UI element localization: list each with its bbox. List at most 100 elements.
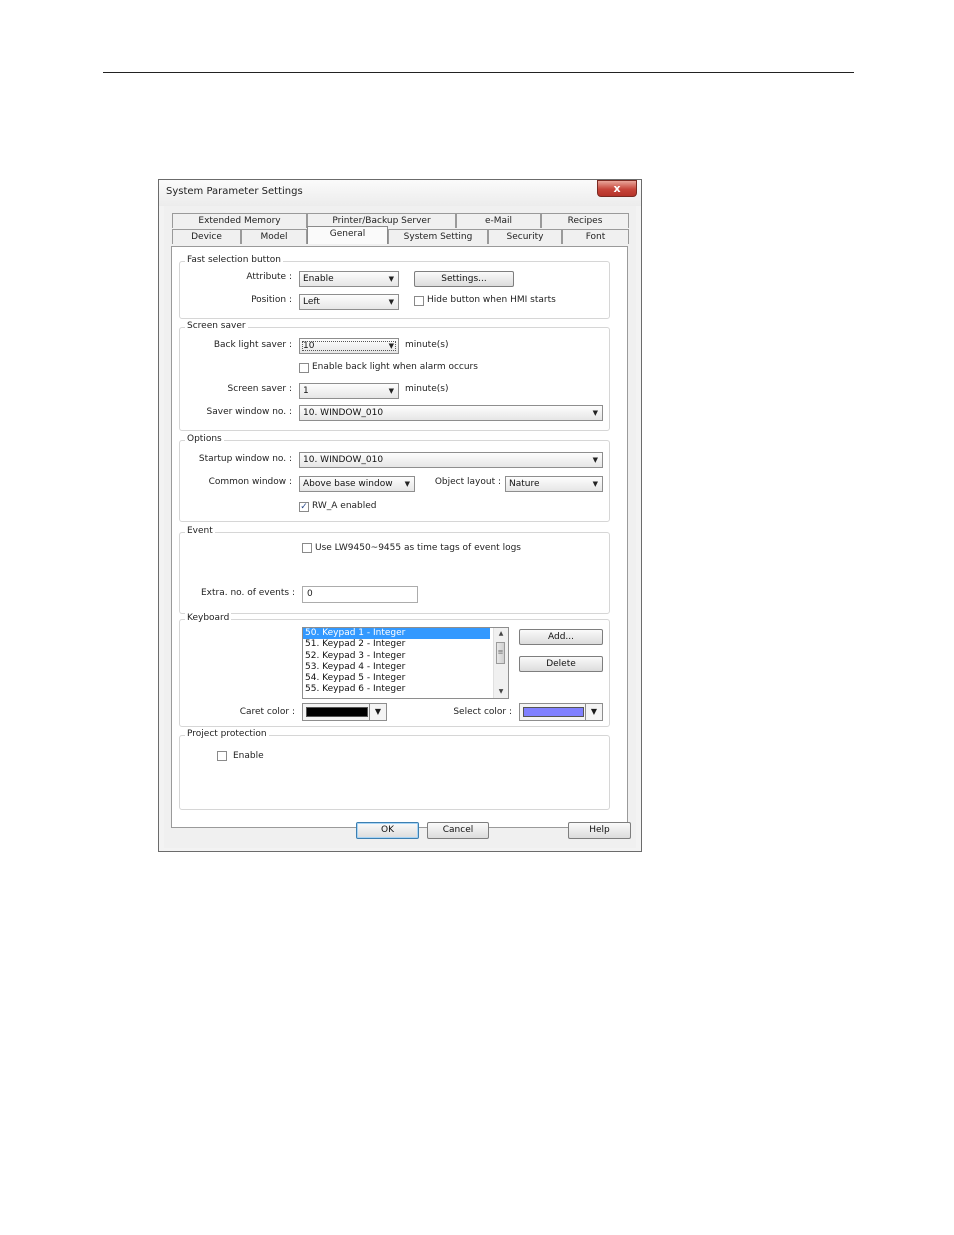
saver-window-value: 10. WINDOW_010 (303, 408, 384, 418)
keyboard-list-item[interactable]: 51. Keypad 2 - Integer (303, 639, 508, 650)
settings-button[interactable]: Settings... (414, 271, 514, 287)
back-light-saver-value: 10 (303, 341, 315, 351)
startup-window-select[interactable]: 10. WINDOW_010 ▼ (299, 452, 603, 468)
startup-window-value: 10. WINDOW_010 (303, 455, 384, 465)
common-window-select[interactable]: Above base window ▼ (299, 476, 415, 492)
delete-keyboard-button[interactable]: Delete (519, 656, 603, 672)
keyboard-list-item[interactable]: 55. Keypad 6 - Integer (303, 684, 508, 695)
position-select-value: Left (303, 297, 320, 307)
tab-general[interactable]: General (307, 226, 388, 244)
caret-color-picker[interactable]: ▼ (302, 703, 387, 721)
project-protection-group: Project protection Enable (179, 729, 610, 810)
scroll-down-icon[interactable]: ▼ (494, 686, 508, 698)
chevron-down-icon: ▼ (592, 409, 598, 417)
tab-recipes[interactable]: Recipes (541, 213, 629, 228)
tab-device[interactable]: Device (172, 229, 241, 244)
rw-a-enabled-checkbox[interactable]: ✓ (299, 502, 309, 512)
chevron-down-icon: ▼ (388, 275, 394, 283)
extra-events-label: Extra. no. of events : (200, 588, 295, 598)
screen-saver-legend: Screen saver (185, 321, 248, 331)
screen-saver-select[interactable]: 1 ▼ (299, 383, 399, 399)
chevron-down-icon: ▼ (388, 298, 394, 306)
cancel-button[interactable]: Cancel (427, 822, 489, 839)
ok-button[interactable]: OK (356, 822, 419, 839)
object-layout-select[interactable]: Nature ▼ (505, 476, 603, 492)
common-window-value: Above base window (303, 479, 393, 489)
enable-backlight-alarm-checkbox[interactable] (299, 363, 309, 373)
fast-selection-group: Fast selection button Attribute : Enable… (179, 255, 610, 319)
event-legend: Event (185, 526, 215, 536)
select-color-label: Select color : (453, 707, 512, 717)
object-layout-label: Object layout : (434, 477, 501, 487)
system-parameter-settings-dialog: System Parameter Settings x Extended Mem… (158, 179, 642, 852)
keyboard-list-scrollbar[interactable]: ▲ ≡ ▼ (493, 628, 508, 698)
dialog-client-area: Extended Memory Printer/Backup Server e-… (164, 206, 636, 848)
keyboard-list-item[interactable]: 53. Keypad 4 - Integer (303, 662, 508, 673)
screen-saver-value: 1 (303, 386, 309, 396)
checkmark-icon: ✓ (300, 502, 308, 512)
keyboard-group: Keyboard 50. Keypad 1 - Integer 51. Keypa… (179, 613, 610, 727)
saver-window-select[interactable]: 10. WINDOW_010 ▼ (299, 405, 603, 421)
close-button[interactable]: x (597, 180, 637, 197)
attribute-select[interactable]: Enable ▼ (299, 271, 399, 287)
keyboard-listbox[interactable]: 50. Keypad 1 - Integer 51. Keypad 2 - Int… (302, 627, 509, 699)
keyboard-list: 50. Keypad 1 - Integer 51. Keypad 2 - Int… (303, 628, 508, 696)
screen-saver-group: Screen saver Back light saver : 10 ▼ min… (179, 321, 610, 431)
keyboard-list-item[interactable]: 54. Keypad 5 - Integer (303, 673, 508, 684)
caret-color-label: Caret color : (239, 707, 295, 717)
page-header-rule (103, 72, 854, 73)
back-light-saver-select[interactable]: 10 ▼ (299, 338, 399, 354)
caret-color-swatch (306, 707, 368, 717)
position-label: Position : (251, 295, 292, 305)
dialog-title: System Parameter Settings (166, 186, 303, 197)
hide-button-checkbox[interactable] (414, 296, 424, 306)
rw-a-enabled-label: RW_A enabled (312, 501, 377, 511)
tab-e-mail[interactable]: e-Mail (456, 213, 541, 228)
scroll-thumb[interactable]: ≡ (496, 642, 505, 664)
saver-window-label: Saver window no. : (206, 407, 292, 417)
project-protection-enable-checkbox[interactable] (217, 751, 227, 761)
chevron-down-icon: ▼ (369, 704, 386, 720)
close-icon: x (613, 182, 621, 195)
screen-saver-unit: minute(s) (405, 384, 449, 394)
use-lw-time-tags-label: Use LW9450~9455 as time tags of event lo… (315, 543, 521, 553)
select-color-picker[interactable]: ▼ (519, 703, 603, 721)
chevron-down-icon: ▼ (592, 456, 598, 464)
hide-button-label: Hide button when HMI starts (427, 295, 556, 305)
add-keyboard-button[interactable]: Add... (519, 629, 603, 645)
tab-font[interactable]: Font (562, 229, 629, 244)
back-light-unit: minute(s) (405, 340, 449, 350)
general-tab-panel: Fast selection button Attribute : Enable… (171, 246, 628, 828)
event-group: Event Use LW9450~9455 as time tags of ev… (179, 526, 610, 614)
fast-selection-legend: Fast selection button (185, 255, 283, 265)
chevron-down-icon: ▼ (585, 704, 602, 720)
extra-events-input[interactable]: 0 (302, 586, 418, 603)
object-layout-value: Nature (509, 479, 540, 489)
tab-system-setting[interactable]: System Setting (388, 229, 488, 244)
chevron-down-icon: ▼ (592, 480, 598, 488)
help-button[interactable]: Help (568, 822, 631, 839)
tab-extended-memory[interactable]: Extended Memory (172, 213, 307, 228)
scroll-up-icon[interactable]: ▲ (494, 628, 508, 640)
position-select[interactable]: Left ▼ (299, 294, 399, 310)
chevron-down-icon: ▼ (404, 480, 410, 488)
tab-security[interactable]: Security (488, 229, 562, 244)
chevron-down-icon: ▼ (388, 387, 394, 395)
screen-saver-label: Screen saver : (227, 384, 292, 394)
select-color-swatch (523, 707, 584, 717)
use-lw-time-tags-checkbox[interactable] (302, 543, 312, 553)
back-light-saver-label: Back light saver : (213, 340, 292, 350)
project-protection-enable-label: Enable (233, 751, 264, 761)
enable-backlight-alarm-label: Enable back light when alarm occurs (312, 362, 478, 372)
tab-model[interactable]: Model (241, 229, 307, 244)
startup-window-label: Startup window no. : (198, 454, 292, 464)
project-protection-legend: Project protection (185, 729, 269, 739)
options-legend: Options (185, 434, 224, 444)
attribute-select-value: Enable (303, 274, 334, 284)
keyboard-list-item[interactable]: 50. Keypad 1 - Integer (303, 628, 490, 640)
title-bar[interactable]: System Parameter Settings x (159, 180, 641, 206)
keyboard-list-item[interactable]: 52. Keypad 3 - Integer (303, 651, 508, 662)
attribute-label: Attribute : (246, 272, 292, 282)
options-group: Options Startup window no. : 10. WINDOW_… (179, 434, 610, 522)
keyboard-legend: Keyboard (185, 613, 232, 623)
